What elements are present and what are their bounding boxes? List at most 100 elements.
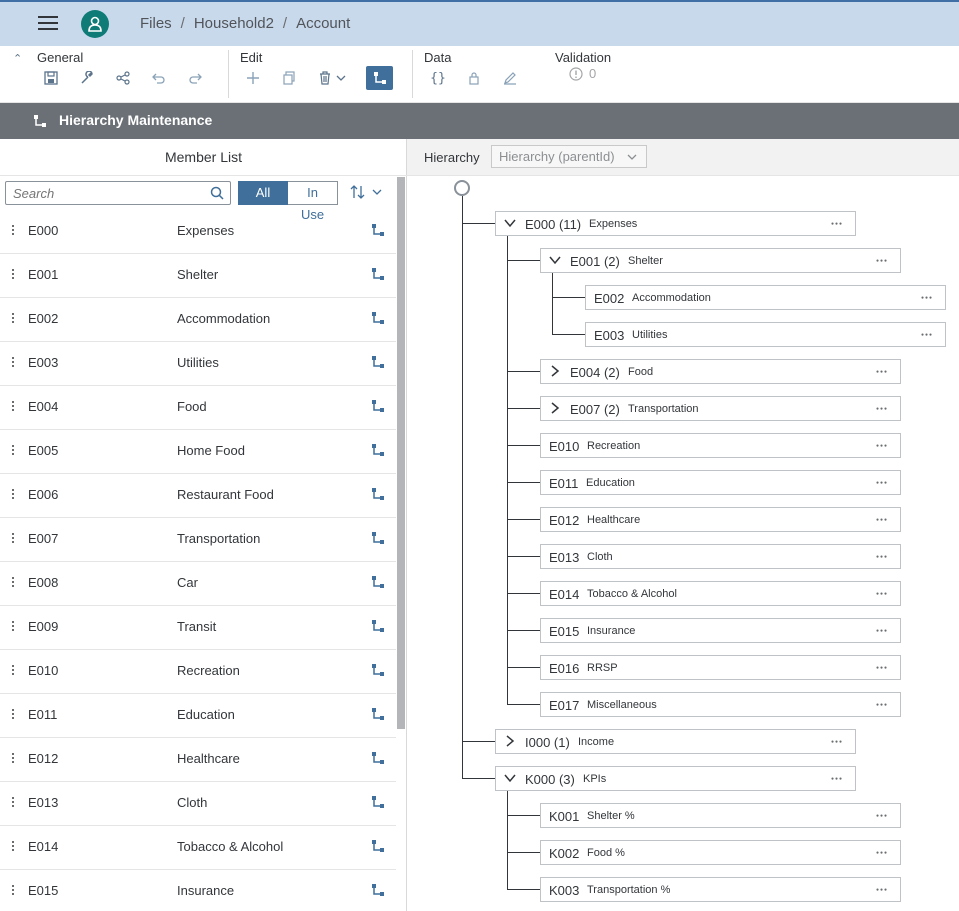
list-item[interactable]: E005 Home Food: [0, 430, 396, 474]
breadcrumb-files[interactable]: Files: [140, 15, 172, 32]
tree-node[interactable]: E000 (11) Expenses ●●●: [495, 211, 856, 236]
list-item[interactable]: E000 Expenses: [0, 210, 396, 254]
delete-dropdown-icon[interactable]: [334, 66, 348, 90]
more-options-icon[interactable]: ●●●: [876, 406, 888, 412]
drag-handle-icon[interactable]: [12, 489, 15, 501]
hierarchy-icon[interactable]: [371, 883, 385, 902]
chevron-down-icon[interactable]: [504, 217, 516, 232]
drag-handle-icon[interactable]: [12, 445, 15, 457]
list-item[interactable]: E014 Tobacco & Alcohol: [0, 826, 396, 870]
hierarchy-icon[interactable]: [371, 531, 385, 550]
hierarchy-icon[interactable]: [371, 311, 385, 330]
hierarchy-icon[interactable]: [371, 355, 385, 374]
hierarchy-icon[interactable]: [371, 707, 385, 726]
search-icon[interactable]: [210, 186, 224, 200]
list-item[interactable]: E009 Transit: [0, 606, 396, 650]
more-options-icon[interactable]: ●●●: [831, 221, 843, 227]
edit-pen-icon[interactable]: [498, 66, 522, 90]
drag-handle-icon[interactable]: [12, 401, 15, 413]
hierarchy-icon[interactable]: [371, 267, 385, 286]
more-options-icon[interactable]: ●●●: [876, 258, 888, 264]
redo-icon[interactable]: [183, 66, 207, 90]
tree-node[interactable]: E014 Tobacco & Alcohol ●●●: [540, 581, 901, 606]
avatar[interactable]: [81, 10, 109, 38]
tree-node[interactable]: E012 Healthcare ●●●: [540, 507, 901, 532]
hierarchy-icon[interactable]: [371, 443, 385, 462]
more-options-icon[interactable]: ●●●: [831, 776, 843, 782]
wrench-icon[interactable]: [75, 66, 99, 90]
more-options-icon[interactable]: ●●●: [876, 369, 888, 375]
list-item[interactable]: E003 Utilities: [0, 342, 396, 386]
hierarchy-maintenance-icon[interactable]: [366, 66, 393, 90]
menu-icon[interactable]: [38, 13, 58, 33]
list-item[interactable]: E011 Education: [0, 694, 396, 738]
more-options-icon[interactable]: ●●●: [876, 665, 888, 671]
chevron-right-icon[interactable]: [549, 402, 561, 417]
tree-node[interactable]: K001 Shelter % ●●●: [540, 803, 901, 828]
list-item[interactable]: E013 Cloth: [0, 782, 396, 826]
search-field[interactable]: [5, 181, 231, 205]
list-item[interactable]: E001 Shelter: [0, 254, 396, 298]
hierarchy-icon[interactable]: [371, 795, 385, 814]
list-item[interactable]: E010 Recreation: [0, 650, 396, 694]
tree-node[interactable]: E003 Utilities ●●●: [585, 322, 946, 347]
tree-node[interactable]: E017 Miscellaneous ●●●: [540, 692, 901, 717]
search-input[interactable]: [6, 182, 196, 204]
drag-handle-icon[interactable]: [12, 313, 15, 325]
more-options-icon[interactable]: ●●●: [876, 813, 888, 819]
list-item[interactable]: E015 Insurance: [0, 870, 396, 911]
share-icon[interactable]: [111, 66, 135, 90]
more-options-icon[interactable]: ●●●: [831, 739, 843, 745]
save-icon[interactable]: [39, 66, 63, 90]
more-options-icon[interactable]: ●●●: [921, 332, 933, 338]
drag-handle-icon[interactable]: [12, 577, 15, 589]
drag-handle-icon[interactable]: [12, 885, 15, 897]
lock-icon[interactable]: [462, 66, 486, 90]
tree-node[interactable]: E013 Cloth ●●●: [540, 544, 901, 569]
hierarchy-icon[interactable]: [371, 663, 385, 682]
tree-node[interactable]: K003 Transportation % ●●●: [540, 877, 901, 902]
tree-node[interactable]: E002 Accommodation ●●●: [585, 285, 946, 310]
member-list-scrollbar[interactable]: [397, 177, 405, 729]
drag-handle-icon[interactable]: [12, 357, 15, 369]
tree-node[interactable]: I000 (1) Income ●●●: [495, 729, 856, 754]
hierarchy-icon[interactable]: [371, 839, 385, 858]
tree-node[interactable]: K002 Food % ●●●: [540, 840, 901, 865]
filter-all-button[interactable]: All: [238, 181, 288, 205]
tree-node[interactable]: E004 (2) Food ●●●: [540, 359, 901, 384]
sort-button[interactable]: [350, 184, 382, 200]
tree-root-node[interactable]: [454, 180, 470, 196]
drag-handle-icon[interactable]: [12, 269, 15, 281]
hierarchy-icon[interactable]: [371, 487, 385, 506]
tree-node[interactable]: E011 Education ●●●: [540, 470, 901, 495]
more-options-icon[interactable]: ●●●: [921, 295, 933, 301]
collapse-toolbar-icon[interactable]: ⌃: [13, 52, 22, 65]
more-options-icon[interactable]: ●●●: [876, 591, 888, 597]
drag-handle-icon[interactable]: [12, 533, 15, 545]
drag-handle-icon[interactable]: [12, 225, 15, 237]
more-options-icon[interactable]: ●●●: [876, 443, 888, 449]
hierarchy-icon[interactable]: [371, 751, 385, 770]
validation-status[interactable]: 0: [569, 66, 596, 81]
formula-braces-icon[interactable]: {}: [426, 66, 450, 90]
hierarchy-icon[interactable]: [371, 575, 385, 594]
chevron-right-icon[interactable]: [549, 365, 561, 380]
drag-handle-icon[interactable]: [12, 709, 15, 721]
list-item[interactable]: E007 Transportation: [0, 518, 396, 562]
drag-handle-icon[interactable]: [12, 621, 15, 633]
drag-handle-icon[interactable]: [12, 841, 15, 853]
more-options-icon[interactable]: ●●●: [876, 887, 888, 893]
tree-node[interactable]: E015 Insurance ●●●: [540, 618, 901, 643]
tree-node[interactable]: E016 RRSP ●●●: [540, 655, 901, 680]
tree-node[interactable]: K000 (3) KPIs ●●●: [495, 766, 856, 791]
tree-node[interactable]: E001 (2) Shelter ●●●: [540, 248, 901, 273]
copy-icon[interactable]: [277, 66, 301, 90]
list-item[interactable]: E006 Restaurant Food: [0, 474, 396, 518]
tree-node[interactable]: E007 (2) Transportation ●●●: [540, 396, 901, 421]
list-item[interactable]: E002 Accommodation: [0, 298, 396, 342]
more-options-icon[interactable]: ●●●: [876, 628, 888, 634]
filter-in-use-button[interactable]: In Use: [288, 181, 338, 222]
drag-handle-icon[interactable]: [12, 665, 15, 677]
more-options-icon[interactable]: ●●●: [876, 702, 888, 708]
add-icon[interactable]: [241, 66, 265, 90]
